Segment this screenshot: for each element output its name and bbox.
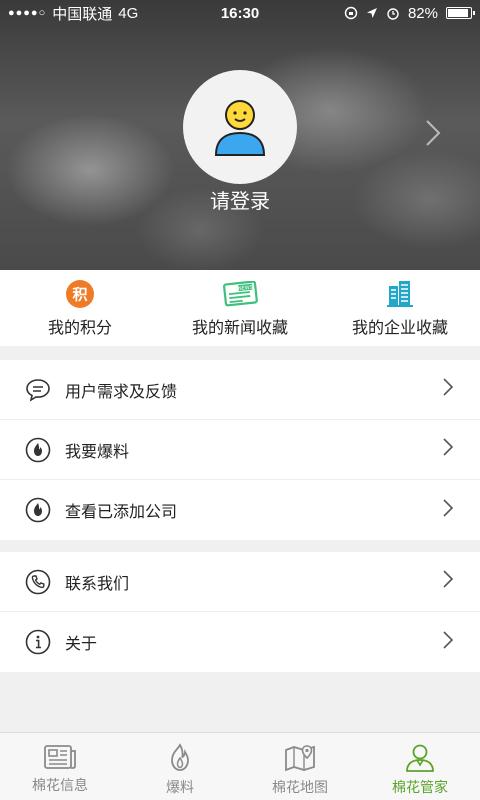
report-tip-row[interactable]: 我要爆料 bbox=[0, 420, 480, 480]
avatar[interactable] bbox=[183, 70, 297, 184]
tab-report[interactable]: 爆料 bbox=[120, 733, 240, 800]
tab-cotton-info-label: 棉花信息 bbox=[32, 777, 88, 793]
chevron-right-icon bbox=[442, 437, 454, 462]
menu-group-2: 联系我们 关于 bbox=[0, 552, 480, 672]
about-row[interactable]: 关于 bbox=[0, 612, 480, 672]
my-company-favorites-label: 我的企业收藏 bbox=[351, 320, 448, 337]
my-news-favorites-label: 我的新闻收藏 bbox=[191, 320, 288, 337]
tab-cotton-manager[interactable]: 棉花管家 bbox=[360, 733, 480, 800]
building-icon bbox=[382, 280, 418, 308]
phone-icon bbox=[24, 568, 52, 596]
tab-report-label: 爆料 bbox=[166, 779, 194, 795]
about-label: 关于 bbox=[65, 636, 98, 653]
added-companies-row[interactable]: 查看已添加公司 bbox=[0, 480, 480, 540]
chevron-right-icon[interactable] bbox=[424, 118, 442, 157]
points-icon: 积 bbox=[62, 280, 98, 308]
map-icon bbox=[285, 745, 315, 772]
points-badge-text: 积 bbox=[72, 286, 87, 304]
bottom-tab-bar: 棉花信息 爆料 棉花地图 棉花管家 bbox=[0, 732, 480, 800]
my-points-button[interactable]: 积 我的积分 bbox=[0, 270, 160, 346]
chat-icon bbox=[24, 376, 52, 404]
tab-cotton-map-label: 棉花地图 bbox=[272, 779, 328, 795]
contact-us-label: 联系我们 bbox=[65, 575, 130, 593]
flame-icon bbox=[171, 743, 189, 771]
profile-header[interactable]: ●●●●○ 中国联通 4G 16:30 82% 请登录 bbox=[0, 0, 480, 270]
news-icon: NEWS bbox=[222, 280, 258, 308]
flame-icon bbox=[24, 436, 52, 464]
menu-group-1: 用户需求及反馈 我要爆料 查看已添加公司 bbox=[0, 360, 480, 540]
my-points-label: 我的积分 bbox=[47, 320, 112, 337]
chevron-right-icon bbox=[442, 498, 454, 523]
battery-icon bbox=[446, 7, 475, 19]
newspaper-icon bbox=[44, 745, 76, 769]
status-bar: ●●●●○ 中国联通 4G 16:30 82% bbox=[0, 0, 480, 26]
my-news-favorites-button[interactable]: NEWS 我的新闻收藏 bbox=[160, 270, 320, 346]
info-icon bbox=[24, 628, 52, 656]
status-time: 16:30 bbox=[220, 4, 260, 22]
feedback-label: 用户需求及反馈 bbox=[65, 383, 178, 401]
contact-us-row[interactable]: 联系我们 bbox=[0, 552, 480, 612]
login-label[interactable]: 请登录 bbox=[0, 185, 480, 214]
my-company-favorites-button[interactable]: 我的企业收藏 bbox=[320, 270, 480, 346]
chevron-right-icon bbox=[442, 569, 454, 594]
user-avatar-icon bbox=[214, 100, 266, 156]
flame-icon bbox=[24, 496, 52, 524]
chevron-right-icon bbox=[442, 377, 454, 402]
chevron-right-icon bbox=[442, 630, 454, 655]
report-tip-label: 我要爆料 bbox=[65, 443, 130, 461]
tab-cotton-info[interactable]: 棉花信息 bbox=[0, 733, 120, 800]
user-icon bbox=[406, 744, 434, 772]
tab-cotton-manager-label: 棉花管家 bbox=[392, 779, 448, 795]
quick-actions: 积 我的积分 NEWS 我的新闻收藏 我的企业收藏 bbox=[0, 270, 480, 346]
feedback-row[interactable]: 用户需求及反馈 bbox=[0, 360, 480, 420]
added-companies-label: 查看已添加公司 bbox=[65, 504, 178, 521]
tab-cotton-map[interactable]: 棉花地图 bbox=[240, 733, 360, 800]
